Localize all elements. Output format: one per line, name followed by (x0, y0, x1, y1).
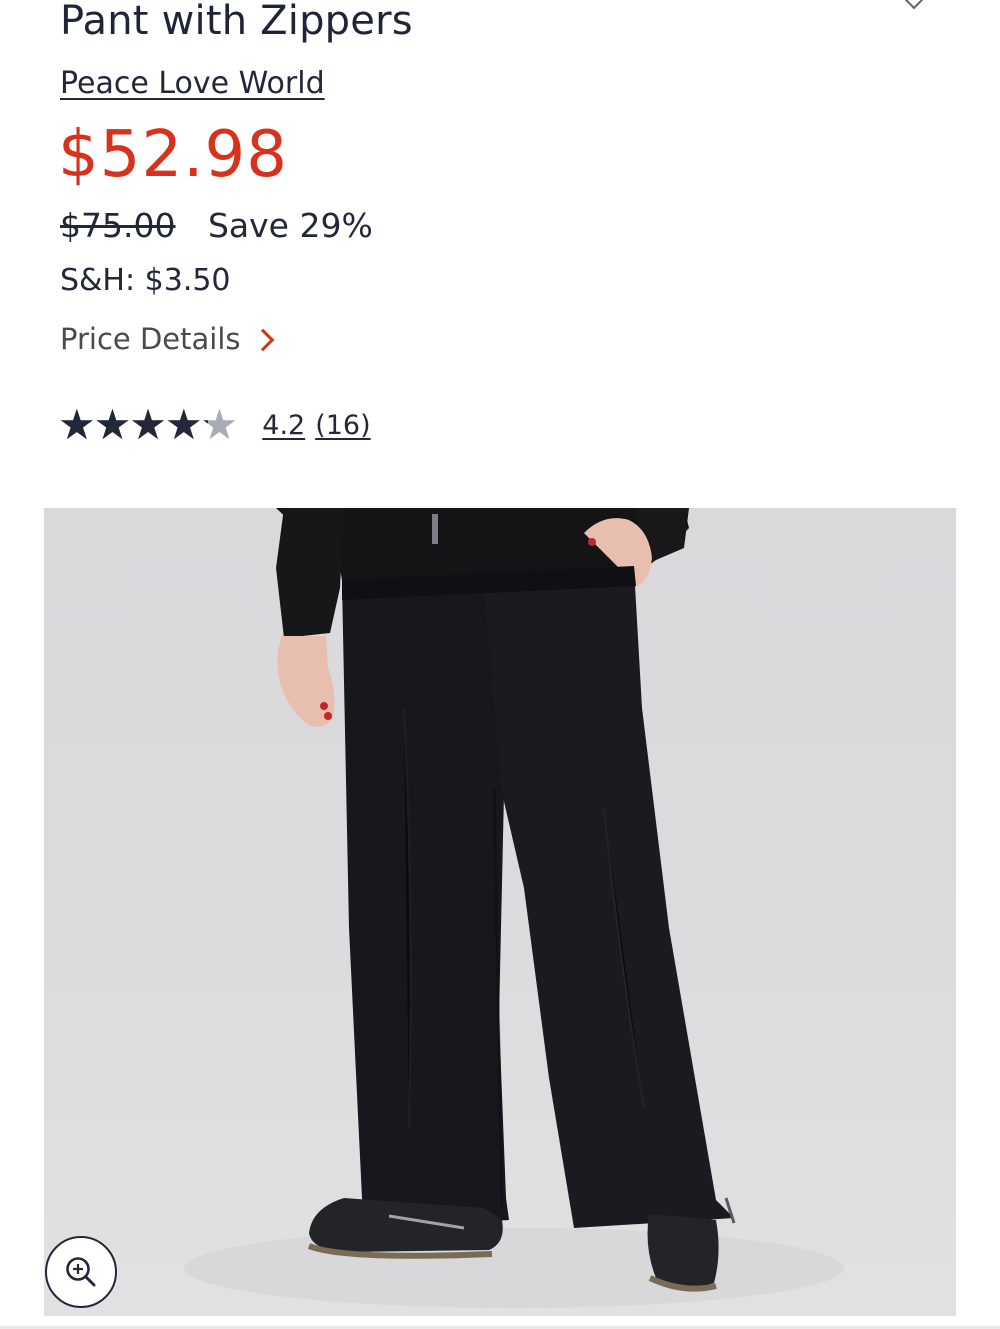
original-price: $75.00 (60, 206, 176, 245)
star-rating: ★★★★★ ★★★★★ (58, 404, 238, 446)
star-rating-filled: ★★★★★ (58, 404, 208, 446)
zoom-in-icon (66, 1257, 96, 1287)
brand-link[interactable]: Peace Love World (60, 66, 325, 101)
product-page: Pant with Zippers Peace Love World $52.9… (0, 0, 1000, 1329)
zoom-button[interactable] (45, 1236, 117, 1308)
product-image[interactable] (44, 508, 956, 1316)
product-title: Pant with Zippers (60, 0, 413, 44)
review-count-link[interactable]: (16) (315, 410, 370, 441)
rating-score-link[interactable]: 4.2 (262, 410, 305, 441)
price-details-link[interactable]: Price Details (60, 322, 274, 356)
chevron-right-icon (251, 328, 274, 352)
product-photo-illustration (184, 508, 844, 1308)
price-details-label: Price Details (60, 322, 241, 356)
sale-price: $52.98 (58, 118, 288, 192)
price-comparison: $75.00 Save 29% (60, 206, 373, 245)
savings-text: Save 29% (207, 206, 373, 245)
chevron-down-icon[interactable] (902, 0, 926, 10)
rating-summary: ★★★★★ ★★★★★ 4.2 (16) (58, 404, 371, 446)
shipping-cost: S&H: $3.50 (60, 263, 231, 298)
